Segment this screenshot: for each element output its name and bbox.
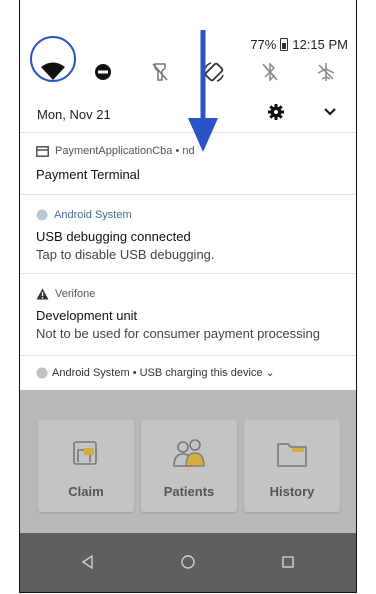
claim-icon [68, 436, 104, 472]
android-system-icon [36, 209, 48, 221]
notification-title: Development unit [36, 308, 138, 323]
app-background: Claim Patients History [20, 390, 356, 533]
recents-icon[interactable] [275, 549, 301, 575]
notification-app-name: Android System [54, 209, 132, 221]
date-label: Mon, Nov 21 [37, 107, 111, 122]
clock: 12:15 PM [292, 37, 348, 52]
chevron-down-icon[interactable] [322, 103, 338, 119]
notification-app-line: Android System [36, 209, 132, 221]
status-bar: 77% 12:15 PM [250, 37, 348, 52]
notification-usb-debugging[interactable]: Android System USB debugging connected T… [20, 195, 356, 273]
card-icon [36, 145, 49, 157]
notification-title: USB debugging connected [36, 229, 191, 244]
notification-verifone[interactable]: Verifone Development unit Not to be used… [20, 274, 356, 355]
swipe-down-arrow [188, 30, 218, 152]
notification-app-line: PaymentApplicationCba • nd [36, 145, 195, 157]
home-icon[interactable] [175, 549, 201, 575]
android-system-icon [36, 367, 48, 379]
notification-app-name: Verifone [55, 288, 96, 300]
tile-label: Claim [68, 484, 104, 499]
notification-body: Tap to disable USB debugging. [36, 247, 215, 262]
notification-title: Payment Terminal [36, 167, 140, 182]
wifi-icon[interactable] [37, 56, 69, 88]
history-tile[interactable]: History [244, 420, 340, 512]
notification-summary-usb-charging[interactable]: Android System • USB charging this devic… [20, 356, 356, 390]
battery-icon [280, 38, 289, 51]
notification-body: Not to be used for consumer payment proc… [36, 326, 320, 341]
back-icon[interactable] [75, 549, 101, 575]
notification-app-line: Verifone [36, 288, 95, 300]
gear-icon[interactable] [266, 102, 286, 122]
battery-percentage: 77% [250, 37, 277, 52]
navigation-bar [20, 533, 356, 592]
device-screen: 77% 12:15 PM Mon, Nov 21 PaymentApplicat… [19, 0, 357, 593]
claim-tile[interactable]: Claim [38, 420, 134, 512]
airplane-mode-icon[interactable] [310, 56, 342, 88]
patients-tile[interactable]: Patients [141, 420, 237, 512]
summary-text: Android System • USB charging this devic… [52, 367, 275, 379]
notification-app-name: PaymentApplicationCba • nd [55, 145, 195, 157]
do-not-disturb-icon[interactable] [87, 56, 119, 88]
history-folder-icon [274, 436, 310, 472]
tile-label: Patients [163, 484, 215, 499]
flashlight-off-icon[interactable] [144, 56, 176, 88]
warning-icon [36, 288, 49, 300]
tile-label: History [269, 484, 315, 499]
bluetooth-off-icon[interactable] [254, 56, 286, 88]
patients-icon [171, 436, 207, 472]
